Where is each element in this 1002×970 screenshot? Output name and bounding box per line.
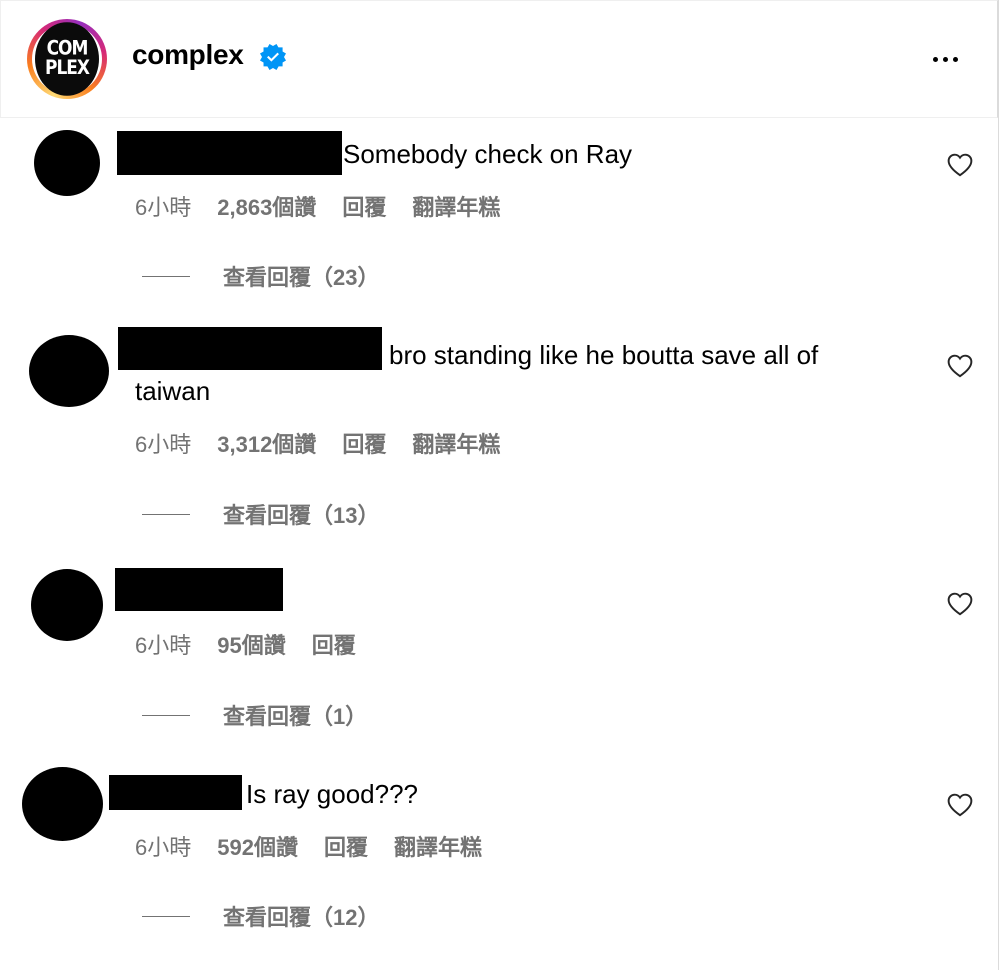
comment-text: Is ray good??? <box>246 779 419 809</box>
comment-text-line1: bro standing like he boutta save all of <box>389 340 819 370</box>
comment-likes[interactable]: 592個讚 <box>217 830 298 862</box>
comment-text: Somebody check on Ray <box>343 139 633 169</box>
complex-logo: COM PLEX <box>35 22 99 96</box>
comment-avatar[interactable] <box>22 767 103 841</box>
replies-line <box>142 513 190 515</box>
view-replies-button[interactable]: 查看回覆（12） <box>142 900 379 932</box>
heart-icon[interactable] <box>947 354 973 378</box>
heart-icon[interactable] <box>947 592 973 616</box>
comment-time[interactable]: 6小時 <box>135 628 191 660</box>
comment-time[interactable]: 6小時 <box>135 830 191 862</box>
view-replies-button[interactable]: 查看回覆（1） <box>142 699 367 731</box>
view-replies-button[interactable]: 查看回覆（13） <box>142 498 379 530</box>
reply-button[interactable]: 回覆 <box>342 427 386 459</box>
heart-icon[interactable] <box>947 153 973 177</box>
comment-likes[interactable]: 95個讚 <box>217 628 285 660</box>
reply-button[interactable]: 回覆 <box>342 190 386 222</box>
comment-likes[interactable]: 3,312個讚 <box>217 427 316 459</box>
comment-time[interactable]: 6小時 <box>135 190 191 222</box>
replies-line <box>142 275 190 277</box>
post-header: COM PLEX complex <box>0 0 998 118</box>
comment-meta: 6小時 2,863個讚 回覆 翻譯年糕 <box>135 190 500 222</box>
more-options-icon[interactable] <box>927 47 963 71</box>
translate-button[interactable]: 翻譯年糕 <box>412 190 500 222</box>
comment-text-line2: taiwan <box>135 376 211 406</box>
comment-meta: 6小時 95個讚 回覆 <box>135 628 382 660</box>
replies-line <box>142 915 190 917</box>
comment-avatar[interactable] <box>31 569 103 641</box>
heart-icon[interactable] <box>947 793 973 817</box>
comment-time[interactable]: 6小時 <box>135 427 191 459</box>
translate-button[interactable]: 翻譯年糕 <box>412 427 500 459</box>
comment-avatar[interactable] <box>34 130 100 196</box>
comment-meta: 6小時 592個讚 回覆 翻譯年糕 <box>135 830 482 862</box>
redacted-username <box>118 327 382 370</box>
redacted-username <box>117 131 342 175</box>
comment-meta: 6小時 3,312個讚 回覆 翻譯年糕 <box>135 427 500 459</box>
view-replies-label: 查看回覆（1） <box>223 704 368 729</box>
reply-button[interactable]: 回覆 <box>312 628 356 660</box>
view-replies-button[interactable]: 查看回覆（23） <box>142 260 379 292</box>
divider <box>998 0 999 970</box>
translate-button[interactable]: 翻譯年糕 <box>394 830 482 862</box>
profile-avatar[interactable]: COM PLEX <box>27 19 107 99</box>
verified-badge-icon <box>260 44 286 70</box>
comment-likes[interactable]: 2,863個讚 <box>217 190 316 222</box>
replies-line <box>142 714 190 716</box>
comment-avatar[interactable] <box>29 335 109 407</box>
view-replies-label: 查看回覆（12） <box>223 905 380 930</box>
redacted-username <box>115 568 283 611</box>
reply-button[interactable]: 回覆 <box>324 830 368 862</box>
view-replies-label: 查看回覆（13） <box>223 503 380 528</box>
redacted-username <box>109 775 242 810</box>
view-replies-label: 查看回覆（23） <box>223 265 380 290</box>
profile-username[interactable]: complex <box>132 39 244 71</box>
